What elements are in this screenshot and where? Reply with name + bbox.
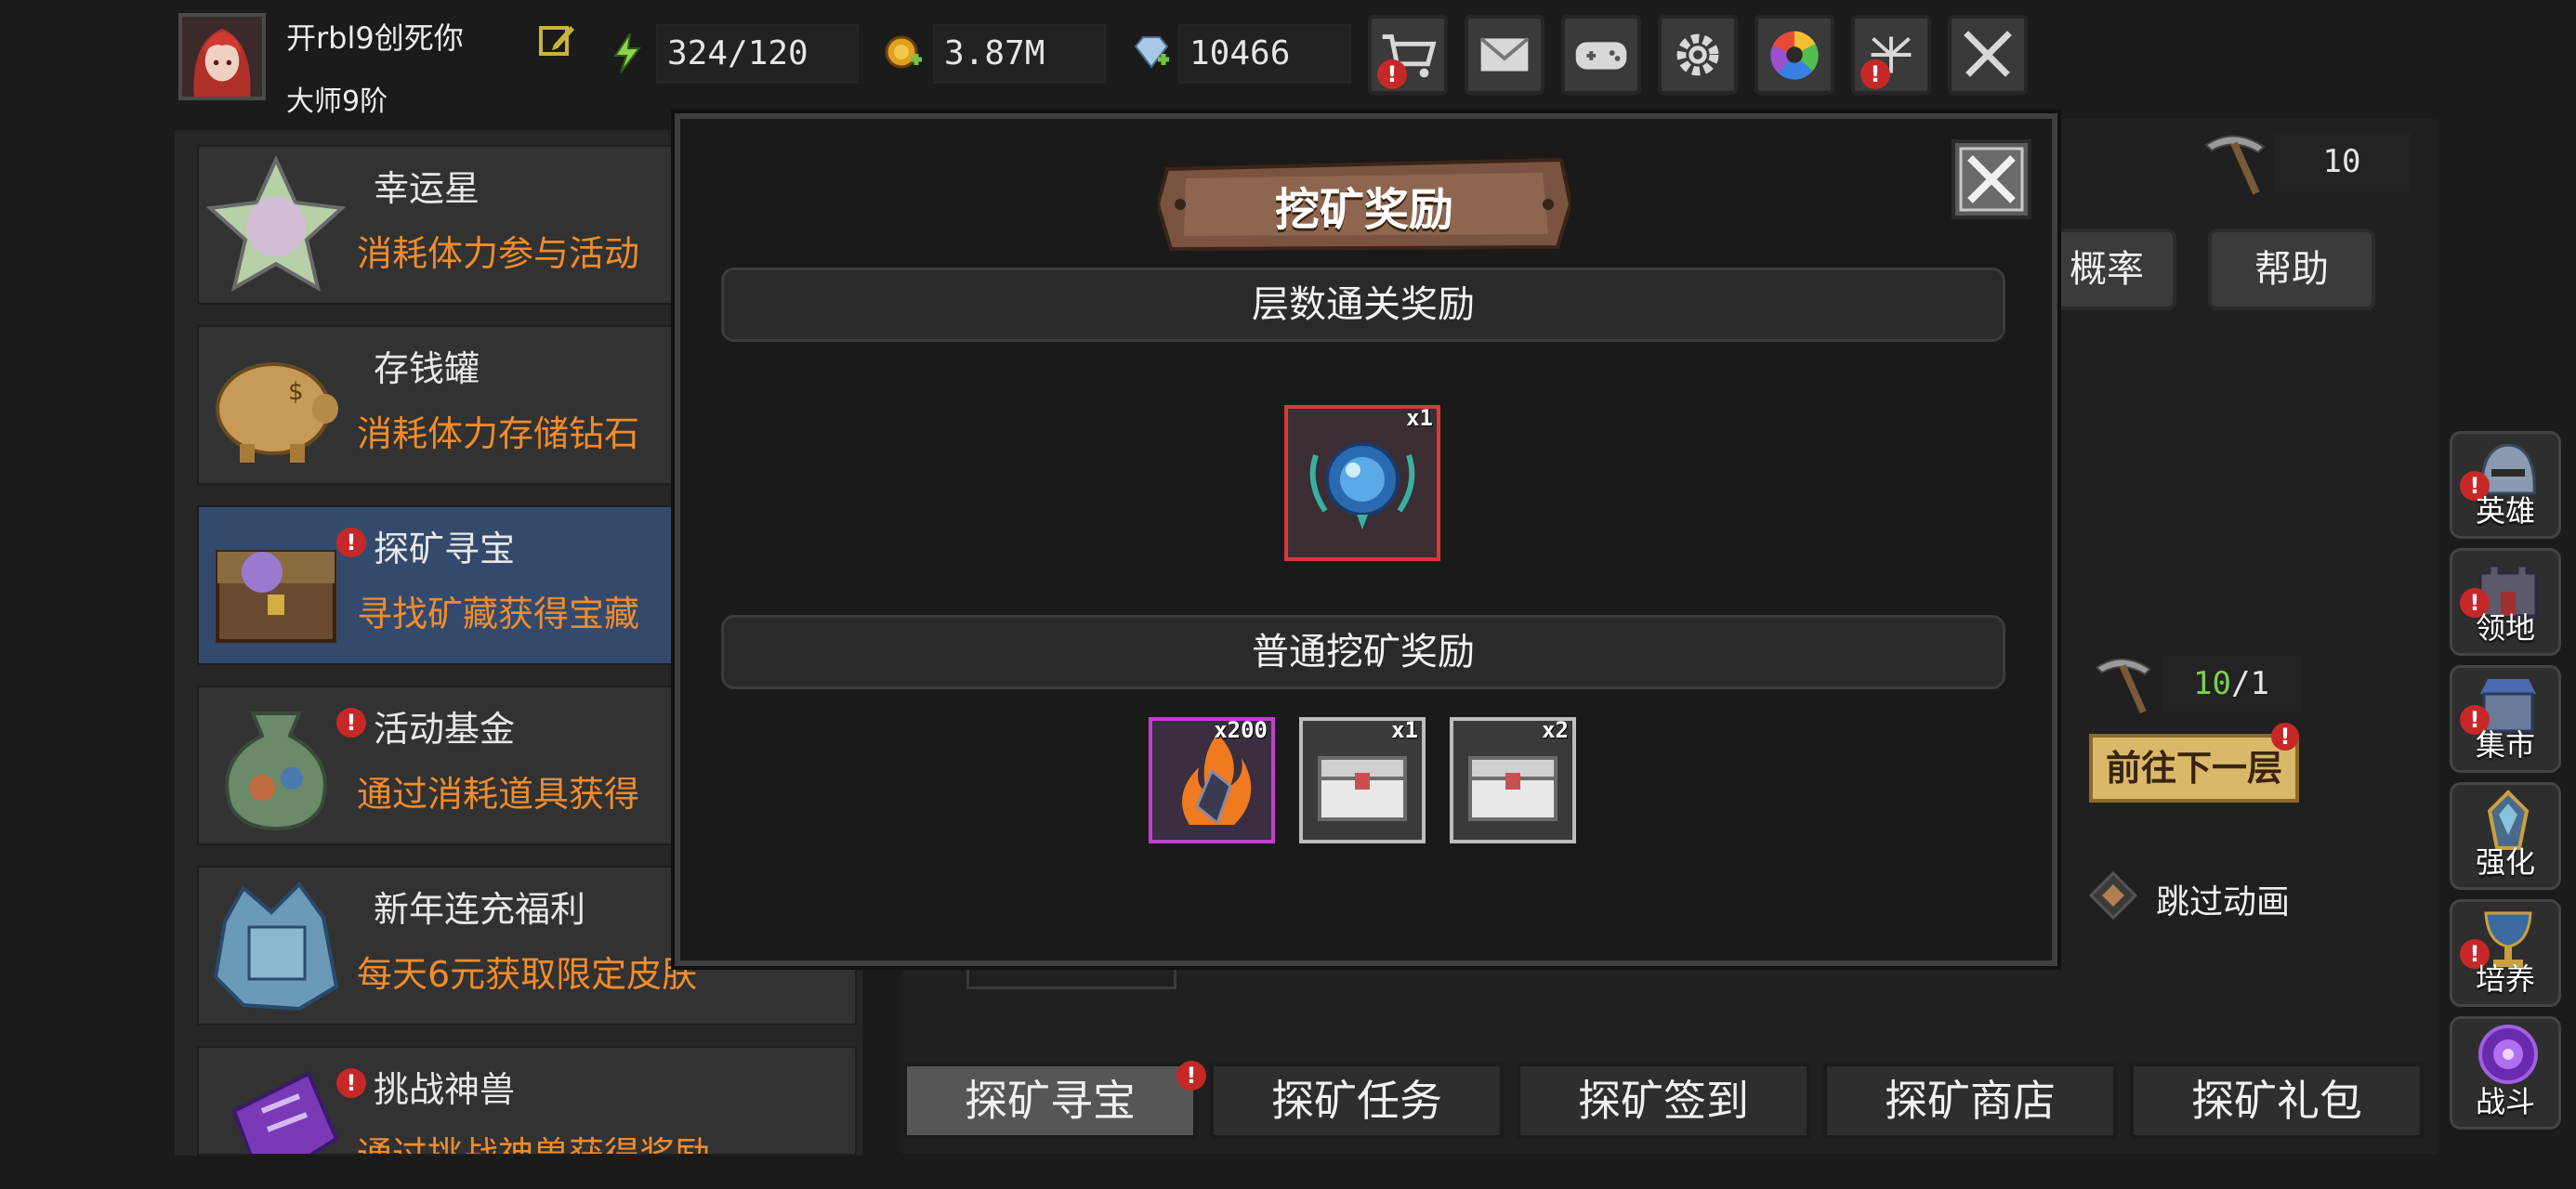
gamepad-button[interactable] [1561, 15, 1641, 95]
side-button-territory[interactable]: ! 领地 [2450, 548, 2561, 656]
pickaxe-icon [2204, 135, 2266, 195]
reward-item[interactable]: x1 [1284, 405, 1440, 561]
side-button-label: 领地 [2475, 610, 2535, 646]
side-button-label: 强化 [2475, 844, 2535, 880]
side-button-label: 集市 [2475, 727, 2535, 763]
edit-name-icon[interactable] [537, 19, 578, 59]
color-wheel-button[interactable] [1755, 15, 1834, 95]
side-button-label: 英雄 [2475, 493, 2535, 529]
probability-button[interactable]: 概率 [2037, 229, 2176, 310]
reward-qty: x1 [1391, 717, 1418, 743]
reward-qty: x1 [1406, 405, 1433, 431]
ice-chest-icon [213, 881, 339, 1012]
side-button-label: 战斗 [2475, 1084, 2535, 1119]
pickaxe-progress-value: 10 [2193, 665, 2231, 702]
gamepad-icon [1575, 42, 1627, 70]
side-button-heroes[interactable]: ! 英雄 [2450, 431, 2561, 539]
fireworks-button[interactable]: ! [1851, 15, 1931, 95]
list-item-challenge-beast[interactable]: ! 挑战神兽 通过挑战神兽获得奖励 [197, 1046, 857, 1156]
normal-reward-header: 普通挖矿奖励 [721, 615, 2005, 689]
side-button-battle[interactable]: 战斗 [2450, 1016, 2561, 1130]
list-item-desc: 寻找矿藏获得宝藏 [357, 594, 640, 634]
money-bag-icon [225, 712, 327, 831]
stamina-icon [613, 33, 642, 73]
blue-orb-icon [1292, 412, 1433, 554]
tab-mining-treasure[interactable]: 探矿寻宝 [903, 1063, 1197, 1139]
gold-value: 3.87M [933, 24, 1106, 84]
shop-alert-badge: ! [1377, 59, 1407, 89]
list-item-alert-badge: ! [336, 708, 366, 738]
list-item-title: 幸运星 [374, 168, 480, 209]
skip-animation-label: 跳过动画 [2156, 883, 2291, 921]
reward-qty: x2 [1542, 717, 1569, 743]
settings-button[interactable] [1658, 15, 1738, 95]
mail-button[interactable] [1465, 15, 1544, 95]
tab-alert-badge: ! [1176, 1061, 1206, 1091]
pickaxe-count: 10 [2273, 132, 2411, 191]
fireworks-alert-badge: ! [1860, 59, 1890, 89]
list-item-title: 存钱罐 [374, 348, 480, 389]
list-item-desc: 通过挑战神兽获得奖励 [357, 1134, 711, 1156]
treasure-chest-icon [216, 550, 336, 643]
pickaxe-progress-icon [2095, 658, 2152, 714]
tab-mining-gift[interactable]: 探矿礼包 [2130, 1063, 2424, 1139]
reward-item[interactable]: x2 [1450, 717, 1576, 843]
color-wheel-icon [1770, 31, 1819, 80]
lucky-star-icon [206, 155, 346, 293]
reward-item[interactable]: x1 [1299, 717, 1426, 843]
stamina-value: 324/120 [656, 24, 859, 84]
modal-title: 挖矿奖励 [1274, 184, 1453, 236]
player-rank: 大师9阶 [286, 85, 388, 118]
gold-coin-icon [885, 35, 922, 69]
list-item-title: 活动基金 [374, 709, 516, 750]
pickaxe-progress: 10/1 [2162, 656, 2301, 712]
side-button-market[interactable]: ! 集市 [2450, 665, 2561, 773]
next-floor-button[interactable]: 前往下一层 [2089, 734, 2299, 803]
shop-button[interactable]: ! [1368, 15, 1448, 95]
tab-mining-shop[interactable]: 探矿商店 [1823, 1063, 2117, 1139]
tab-mining-checkin[interactable]: 探矿签到 [1517, 1063, 1810, 1139]
diamond-checkbox-icon [2088, 870, 2138, 921]
diamond-icon [1134, 36, 1169, 69]
pickaxe-progress-total: /1 [2231, 665, 2269, 702]
side-button-label: 培养 [2475, 961, 2535, 997]
player-name: 开rbl9创死你 [286, 20, 464, 56]
reward-qty: x200 [1214, 717, 1268, 743]
tab-mining-tasks[interactable]: 探矿任务 [1210, 1063, 1504, 1139]
player-avatar[interactable] [178, 13, 266, 100]
panel-frame-fragment [966, 962, 1176, 989]
battle-button[interactable] [1948, 15, 2028, 95]
list-item-desc: 消耗体力存储钻石 [357, 413, 640, 454]
list-item-title: 新年连充福利 [374, 889, 586, 930]
close-icon [1959, 147, 2024, 212]
list-item-alert-badge: ! [336, 1068, 366, 1098]
list-item-title: 挑战神兽 [374, 1069, 516, 1110]
list-item-desc: 每天6元获取限定皮肤 [357, 954, 698, 995]
side-button-enhance[interactable]: 强化 [2450, 782, 2561, 890]
list-item-desc: 通过消耗道具获得 [357, 774, 640, 815]
piggy-bank-icon: $ [216, 362, 338, 463]
list-item-alert-badge: ! [336, 528, 366, 557]
side-button-train[interactable]: ! 培养 [2450, 899, 2561, 1007]
svg-text:$: $ [288, 378, 304, 406]
help-button[interactable]: 帮助 [2208, 229, 2375, 310]
next-floor-alert-badge: ! [2271, 723, 2299, 751]
mail-icon [1479, 36, 1530, 72]
crossed-swords-icon [1964, 31, 2012, 77]
beast-icon [231, 1071, 339, 1154]
floor-reward-header: 层数通关奖励 [721, 268, 2005, 342]
list-item-title: 探矿寻宝 [374, 529, 516, 569]
list-item-desc: 消耗体力参与活动 [357, 233, 640, 274]
gear-icon [1676, 33, 1719, 76]
modal-close-button[interactable] [1952, 139, 2031, 219]
reward-item[interactable]: x200 [1149, 717, 1275, 843]
avatar-portrait-icon [182, 17, 262, 97]
diamond-value: 10466 [1178, 24, 1351, 84]
skip-animation-checkbox[interactable] [2087, 869, 2139, 921]
